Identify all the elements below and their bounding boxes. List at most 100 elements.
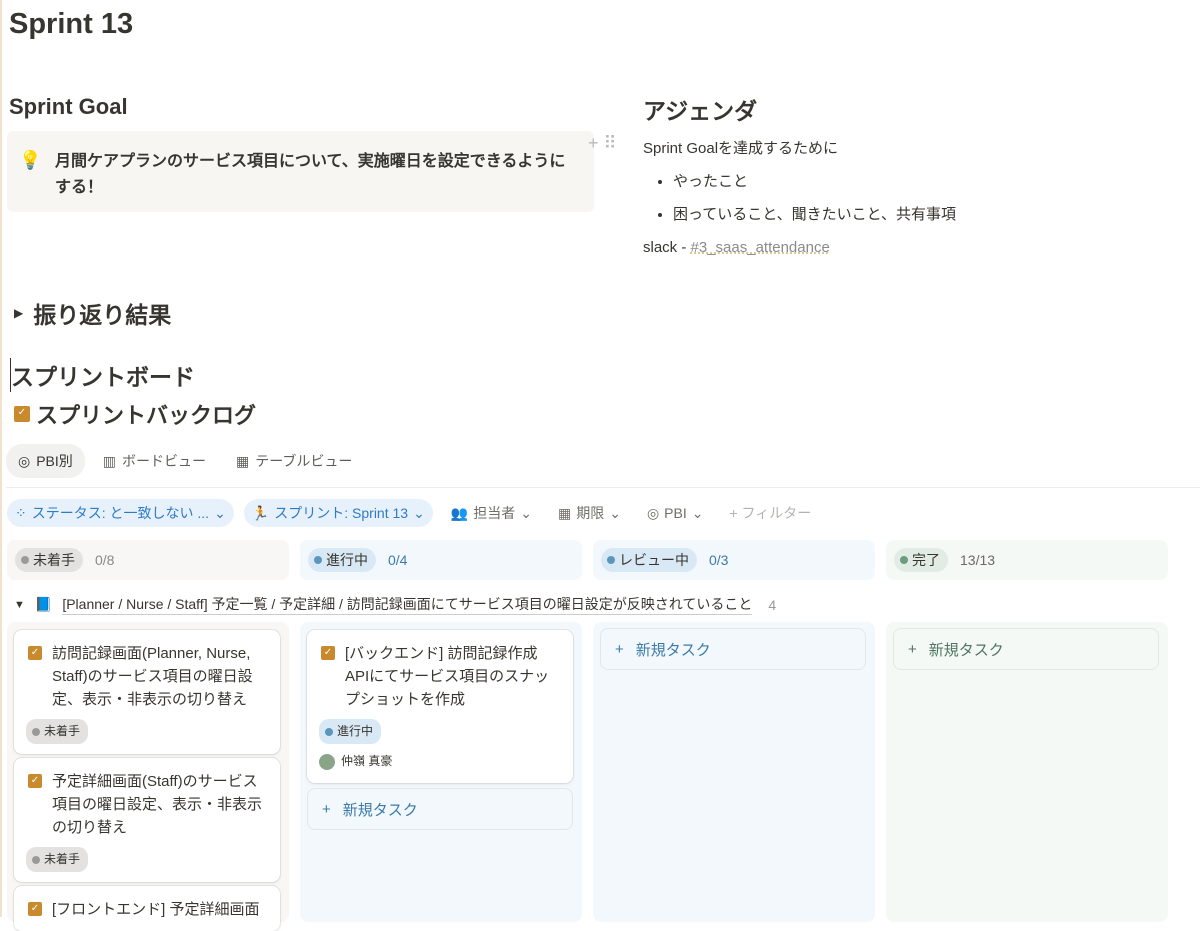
retro-heading: 振り返り結果: [33, 302, 172, 328]
people-icon: 👥: [450, 504, 469, 521]
column-count: 0/8: [95, 552, 115, 568]
task-checkbox-icon: ✓: [28, 646, 42, 660]
tab-label: PBI別: [36, 453, 73, 469]
new-task-label: 新規タスク: [342, 801, 418, 819]
status-tag: 進行中: [337, 724, 374, 738]
agenda-body: Sprint Goalを達成するために やったこと 困っていること、聞きたいこと…: [643, 132, 956, 264]
chevron-down-icon: ⌄: [520, 504, 532, 521]
card-title: [フロントエンド] 予定詳細画面: [52, 901, 260, 918]
board-heading: スプリントボード: [10, 358, 195, 392]
plus-icon: +: [615, 640, 624, 658]
status-dot: [21, 556, 29, 564]
triangle-down-icon: ▼: [14, 598, 25, 611]
lane-in-progress: ✓ [バックエンド] 訪問記録作成APIにてサービス項目のスナップショットを作成進…: [300, 622, 582, 922]
plus-icon: +: [322, 800, 331, 818]
filter-label: 期限: [576, 505, 605, 521]
group-title: [Planner / Nurse / Staff] 予定一覧 / 予定詳細 / …: [62, 594, 753, 615]
filter-label: 担当者: [473, 505, 516, 521]
card-title: 予定詳細画面(Staff)のサービス項目の曜日設定、表示・非表示の切り替え: [52, 773, 263, 836]
tab-pbi[interactable]: ◎ PBI別: [6, 444, 85, 478]
task-card[interactable]: ✓ [バックエンド] 訪問記録作成APIにてサービス項目のスナップショットを作成進…: [307, 630, 573, 783]
column-header-review[interactable]: レビュー中 0/3: [593, 540, 875, 580]
group-count: 4: [768, 596, 777, 613]
plus-icon: +: [908, 640, 917, 658]
runner-icon: 🏃: [251, 504, 270, 521]
lane-done: + 新規タスク: [886, 622, 1168, 922]
column-label: 完了: [912, 552, 940, 568]
lane-review: + 新規タスク: [593, 622, 875, 922]
assignee-name: 仲嶺 真豪: [341, 754, 393, 768]
column-header-in-progress[interactable]: 進行中 0/4: [300, 540, 582, 580]
target-icon: ◎: [646, 504, 660, 521]
assignee-filter[interactable]: 👥 担当者 ⌄: [443, 499, 540, 527]
status-dot: [607, 556, 615, 564]
status-dot: [314, 556, 322, 564]
status-dot: [900, 556, 908, 564]
tab-table-view[interactable]: ▦ テーブルビュー: [224, 444, 364, 478]
tab-board-view[interactable]: ▥ ボードビュー: [91, 444, 218, 478]
database-title-text: スプリントバックログ: [36, 403, 257, 428]
new-task-label: 新規タスク: [635, 641, 711, 659]
group-header[interactable]: ▼ 📘 [Planner / Nurse / Staff] 予定一覧 / 予定詳…: [14, 594, 776, 615]
new-task-button[interactable]: + 新規タスク: [600, 628, 866, 670]
page-title: Sprint 13: [9, 8, 134, 40]
status-tag: 未着手: [44, 852, 81, 866]
column-count: 0/4: [388, 552, 408, 568]
filter-label: ステータス: と一致しない ...: [31, 505, 210, 521]
column-count: 13/13: [960, 552, 996, 568]
task-card[interactable]: ✓ 訪問記録画面(Planner, Nurse, Staff)のサービス項目の曜日…: [14, 630, 280, 754]
goal-text: 月間ケアプランのサービス項目について、実施曜日を設定できるようにする！: [55, 153, 566, 196]
task-checkbox-icon: ✓: [28, 774, 42, 788]
columns-icon: ▥: [102, 452, 117, 469]
chevron-down-icon: ⌄: [609, 504, 621, 521]
chevron-down-icon: ⌄: [691, 504, 704, 521]
avatar: [319, 753, 335, 770]
column-header-done[interactable]: 完了 13/13: [886, 540, 1168, 580]
task-card[interactable]: ✓ [フロントエンド] 予定詳細画面: [14, 886, 280, 931]
new-task-button[interactable]: + 新規タスク: [307, 788, 573, 830]
agenda-intro: Sprint Goalを達成するために: [643, 140, 839, 157]
filter-label: スプリント: Sprint 13: [274, 505, 409, 521]
slack-label: slack -: [643, 239, 691, 256]
agenda-heading: アジェンダ: [643, 98, 758, 124]
card-title: 訪問記録画面(Planner, Nurse, Staff)のサービス項目の曜日設…: [52, 645, 253, 708]
slack-channel-link[interactable]: #3_saas_attendance: [691, 239, 830, 256]
lane-not-started: ✓ 訪問記録画面(Planner, Nurse, Staff)のサービス項目の曜日…: [7, 622, 289, 931]
column-label: 未着手: [33, 552, 75, 568]
sprint-goal-heading: Sprint Goal: [9, 94, 128, 119]
target-icon: ◎: [18, 452, 31, 469]
task-card[interactable]: ✓ 予定詳細画面(Staff)のサービス項目の曜日設定、表示・非表示の切り替え未着…: [14, 758, 280, 882]
status-tag: 未着手: [44, 724, 81, 738]
checkbox-link-icon: ✓: [14, 406, 30, 422]
task-checkbox-icon: ✓: [28, 902, 42, 916]
column-count: 0/3: [709, 552, 729, 568]
new-task-label: 新規タスク: [928, 641, 1004, 659]
retro-toggle[interactable]: ▶ 振り返り結果: [14, 296, 171, 330]
divider: [6, 487, 1200, 488]
column-header-not-started[interactable]: 未着手 0/8: [7, 540, 289, 580]
task-checkbox-icon: ✓: [321, 646, 335, 660]
tab-label: ボードビュー: [122, 453, 207, 469]
sprint-goal-callout: 月間ケアプランのサービス項目について、実施曜日を設定できるようにする！: [7, 131, 594, 212]
database-title[interactable]: ✓ スプリントバックログ: [14, 398, 256, 430]
add-filter-button[interactable]: + フィルター: [721, 499, 819, 527]
tab-label: テーブルビュー: [255, 453, 353, 469]
due-filter[interactable]: ▦ 期限 ⌄: [550, 499, 629, 527]
pbi-filter[interactable]: ◎ PBI ⌄: [639, 501, 712, 526]
add-block-icon[interactable]: + ⠿: [588, 133, 617, 154]
view-tabs: ◎ PBI別 ▥ ボードビュー ▦ テーブルビュー: [6, 444, 364, 478]
book-icon: 📘: [34, 596, 53, 612]
triangle-right-icon: ▶: [14, 306, 24, 320]
new-task-button[interactable]: + 新規タスク: [893, 628, 1159, 670]
calendar-icon: ▦: [557, 504, 572, 521]
sprint-filter[interactable]: 🏃 スプリント: Sprint 13 ⌄: [243, 499, 433, 527]
lightbulb-icon: 💡: [19, 150, 42, 170]
status-filter[interactable]: ⁘ ステータス: と一致しない ... ⌄: [7, 499, 234, 527]
table-icon: ▦: [236, 452, 250, 469]
column-label: レビュー中: [619, 552, 689, 568]
filter-label: PBI: [664, 505, 687, 521]
agenda-item: やったこと: [673, 165, 956, 198]
chevron-down-icon: ⌄: [413, 504, 425, 521]
loading-status-icon: ⁘: [15, 504, 27, 521]
agenda-item: 困っていること、聞きたいこと、共有事項: [673, 198, 956, 231]
